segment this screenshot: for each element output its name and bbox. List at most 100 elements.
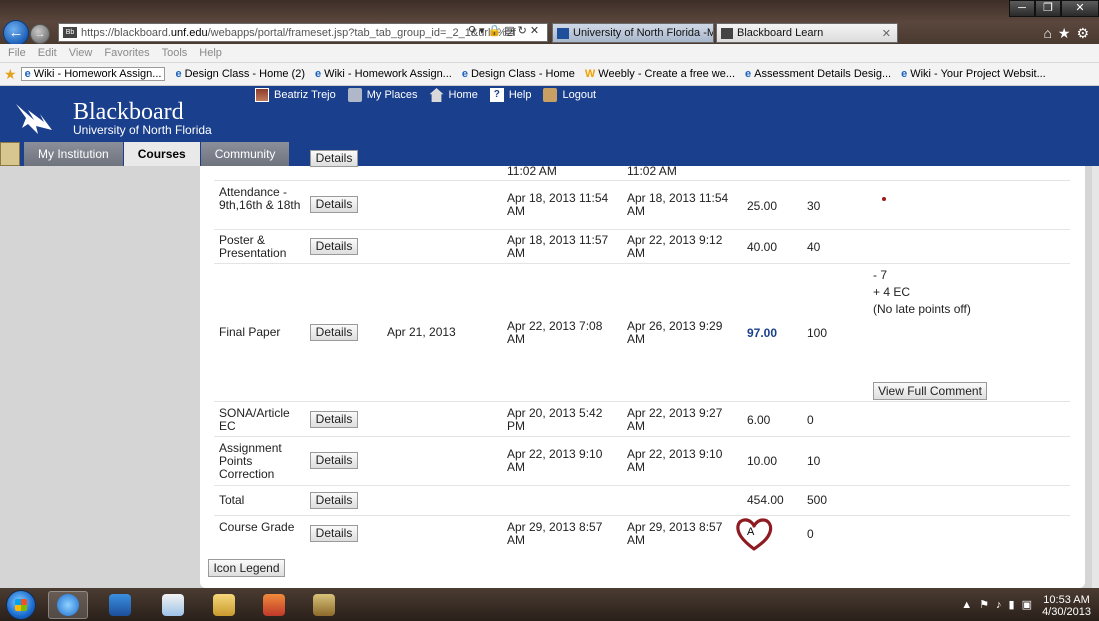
item-name: Total [219, 493, 245, 507]
user-menu[interactable]: Beatriz Trejo [255, 88, 336, 102]
points-possible: 40 [807, 240, 821, 254]
close-tab-icon[interactable]: ✕ [882, 27, 891, 40]
menu-bar: File Edit View Favorites Tools Help [0, 44, 1099, 63]
comment-indicator-icon [882, 197, 886, 201]
url-domain: unf.edu [170, 26, 208, 39]
restore-button[interactable]: ❐ [1035, 0, 1061, 17]
favorites-star-icon[interactable]: ★ [4, 66, 17, 83]
tab-my-institution[interactable]: My Institution [24, 142, 124, 166]
taskbar-paint[interactable] [254, 591, 294, 619]
favorite-link[interactable]: e Assessment Details Desig... [745, 68, 891, 80]
modified-date: Apr 29, 2013 8:57 AM [627, 520, 723, 547]
favorite-link[interactable]: e Design Class - Home (2) [175, 68, 305, 80]
grade-value: 454.00 [747, 493, 784, 507]
item-name: Final Paper [219, 325, 281, 339]
home-link[interactable]: Home [429, 88, 478, 102]
start-button[interactable] [6, 590, 36, 620]
address-tools-icons[interactable]: ⚲▾🔒▤↻✕ [468, 24, 542, 37]
windows-taskbar: ▲⚑♪▮▣ 10:53 AM 4/30/2013 [0, 588, 1099, 621]
close-window-button[interactable]: ✕ [1061, 0, 1099, 17]
details-button[interactable]: Details [310, 492, 358, 509]
weebly-icon: W [584, 68, 596, 80]
unf-tab-icon [557, 27, 569, 39]
taskbar-explorer[interactable] [204, 591, 244, 619]
grade-value[interactable]: 97.00 [747, 327, 777, 340]
details-button[interactable]: Details [310, 150, 358, 167]
menu-file[interactable]: File [8, 47, 26, 59]
item-name: Course Grade [219, 520, 295, 534]
places-icon [347, 88, 362, 102]
details-button[interactable]: Details [310, 411, 358, 428]
points-possible: 0 [807, 413, 814, 427]
tab-label: University of North Florida -M... [573, 27, 714, 39]
internet-explorer-icon [57, 594, 79, 616]
favorites-bar: ★ e Wiki - Homework Assign... e Design Cla… [0, 63, 1099, 86]
my-places-link[interactable]: My Places [347, 88, 418, 102]
page-scrollbar[interactable] [1092, 166, 1099, 588]
table-row: SONA/Article EC Details Apr 20, 2013 5:4… [214, 402, 1070, 437]
points-possible: 100 [807, 326, 828, 340]
clock[interactable]: 10:53 AM 4/30/2013 [1042, 594, 1091, 618]
modified-date: Apr 22, 2013 9:10 AM [627, 447, 723, 474]
points-possible: 0 [807, 527, 814, 541]
modified-date: Apr 26, 2013 9:29 AM [627, 319, 723, 346]
ie-page-icon: e [461, 68, 468, 80]
tab-menu-icon[interactable] [0, 142, 20, 166]
avatar-icon [255, 88, 269, 102]
favorite-link[interactable]: e Wiki - Homework Assign... [315, 68, 452, 80]
view-full-comment-button[interactable]: View Full Comment [873, 382, 987, 400]
item-name: SONA/Article EC [219, 406, 290, 433]
help-icon: ? [489, 88, 504, 102]
menu-favorites[interactable]: Favorites [104, 47, 149, 59]
taskbar-ie[interactable] [48, 591, 88, 619]
logout-link[interactable]: Logout [543, 88, 596, 102]
modified-date: Apr 22, 2013 9:12 AM [627, 233, 723, 260]
favorite-link[interactable]: e Wiki - Your Project Websit... [901, 68, 1046, 80]
tab-unf[interactable]: University of North Florida -M... [552, 23, 714, 43]
browser-tool-icons[interactable]: ⌂★⚙ [1043, 25, 1095, 42]
menu-view[interactable]: View [69, 47, 93, 59]
table-row: Assignment Points Correction Details Apr… [214, 437, 1070, 486]
details-button[interactable]: Details [310, 196, 358, 213]
top-nav: Beatriz Trejo My Places Home ? Help Logou… [255, 88, 608, 102]
taskbar-app2[interactable] [304, 591, 344, 619]
due-date: Apr 21, 2013 [387, 325, 456, 339]
home-icon [429, 88, 444, 102]
details-button[interactable]: Details [310, 238, 358, 255]
forward-button[interactable]: → [30, 24, 50, 44]
grade-value: 25.00 [747, 199, 778, 213]
tab-blackboard[interactable]: Blackboard Learn ✕ [716, 23, 898, 43]
logout-icon [543, 88, 558, 102]
grade-value: 6.00 [747, 413, 771, 427]
taskbar-media[interactable] [100, 591, 140, 619]
details-button[interactable]: Details [310, 324, 358, 341]
url-prefix: https://blackboard. [81, 26, 171, 39]
osprey-logo-icon [16, 104, 52, 134]
favorite-link[interactable]: e Wiki - Homework Assign... [20, 67, 166, 81]
icon-legend-button[interactable]: Icon Legend [208, 559, 285, 577]
grades-panel: Details 11:02 AM 11:02 AM Attendance - 9… [200, 150, 1085, 588]
help-link[interactable]: ? Help [489, 88, 531, 102]
menu-tools[interactable]: Tools [162, 47, 188, 59]
writing-app-icon [313, 594, 335, 616]
details-button[interactable]: Details [310, 525, 358, 542]
window-controls: ─ ❐ ✕ [1009, 0, 1099, 17]
taskbar-app[interactable] [153, 591, 193, 619]
menu-edit[interactable]: Edit [38, 47, 57, 59]
system-tray-icons[interactable]: ▲⚑♪▮▣ [961, 598, 1039, 611]
menu-help[interactable]: Help [199, 47, 222, 59]
comment-line: - 7 [873, 268, 888, 282]
table-row: Details 11:02 AM 11:02 AM [214, 150, 1070, 181]
tab-courses[interactable]: Courses [123, 142, 201, 166]
window-app-icon [162, 594, 184, 616]
grade-heart: A [734, 516, 774, 552]
back-button[interactable]: ← [3, 20, 29, 46]
site-title[interactable]: Blackboard [73, 99, 184, 126]
details-button[interactable]: Details [310, 452, 358, 469]
ie-page-icon: e [24, 68, 31, 80]
minimize-button[interactable]: ─ [1009, 0, 1035, 17]
favorite-link[interactable]: e Design Class - Home [462, 68, 575, 80]
favorite-link[interactable]: W Weebly - Create a free we... [585, 68, 735, 80]
media-player-icon [109, 594, 131, 616]
table-row: Final Paper Details Apr 21, 2013 Apr 22,… [214, 264, 1070, 402]
